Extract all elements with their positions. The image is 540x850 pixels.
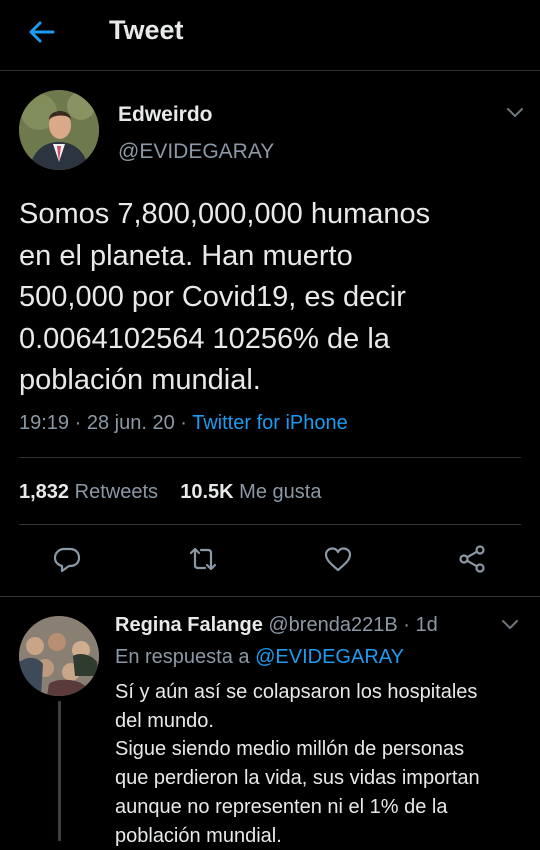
reply-icon bbox=[53, 547, 81, 573]
chevron-down-icon[interactable] bbox=[505, 106, 525, 120]
retweet-icon bbox=[189, 547, 217, 571]
chevron-down-icon[interactable] bbox=[500, 618, 520, 632]
reply-button[interactable] bbox=[51, 543, 83, 575]
meta-separator: · bbox=[74, 412, 87, 434]
meta-separator: · bbox=[180, 412, 193, 434]
reply-tweet[interactable]: Regina Falange @brenda221B · 1d En respu… bbox=[0, 598, 540, 847]
tweet-stats: 1,832 Retweets 10.5K Me gusta bbox=[19, 481, 321, 504]
tweet-date: 28 jun. 20 bbox=[86, 412, 175, 434]
retweets-label: Retweets bbox=[74, 481, 158, 503]
in-reply-to-label: En respuesta a bbox=[115, 646, 250, 668]
retweets-stat[interactable]: 1,832 Retweets bbox=[19, 481, 158, 503]
tweet-text: Somos 7,800,000,000 humanos en el planet… bbox=[19, 198, 431, 396]
tweet-time: 19:19 bbox=[19, 412, 70, 434]
page-title: Tweet bbox=[109, 15, 184, 45]
likes-label: Me gusta bbox=[239, 481, 322, 503]
reply-author-name[interactable]: Regina Falange bbox=[115, 614, 263, 636]
author-avatar[interactable] bbox=[19, 90, 99, 170]
likes-stat[interactable]: 10.5K Me gusta bbox=[180, 481, 321, 503]
tweet-meta: 19:19 · 28 jun. 20 · Twitter for iPhone bbox=[19, 412, 348, 435]
like-button[interactable] bbox=[322, 543, 354, 575]
reply-age: 1d bbox=[415, 614, 438, 636]
retweets-count: 1,832 bbox=[19, 481, 70, 503]
divider bbox=[19, 457, 521, 458]
retweet-button[interactable] bbox=[187, 543, 219, 575]
share-icon bbox=[459, 545, 485, 573]
tweet-source-link[interactable]: Twitter for iPhone bbox=[192, 412, 348, 434]
reply-author-handle[interactable]: @brenda221B bbox=[268, 614, 397, 636]
in-reply-to: En respuesta a @EVIDEGARAY bbox=[115, 646, 404, 669]
reply-text: Sí y aún así se colapsaron los hospitale… bbox=[115, 681, 480, 847]
thread-line bbox=[58, 701, 61, 841]
main-tweet: Edweirdo @EVIDEGARAY Somos 7,800,000,000… bbox=[0, 72, 540, 597]
author-handle[interactable]: @EVIDEGARAY bbox=[118, 140, 274, 164]
author-name[interactable]: Edweirdo bbox=[118, 103, 213, 127]
like-icon bbox=[324, 547, 352, 572]
back-arrow-icon bbox=[29, 21, 55, 43]
share-button[interactable] bbox=[456, 543, 488, 575]
top-bar: Tweet bbox=[0, 0, 540, 71]
reply-header: Regina Falange @brenda221B · 1d bbox=[115, 614, 438, 637]
back-button[interactable] bbox=[26, 16, 58, 48]
avatar-photo bbox=[19, 616, 99, 696]
likes-count: 10.5K bbox=[180, 481, 234, 503]
divider bbox=[19, 524, 521, 525]
meta-separator: · bbox=[403, 614, 416, 636]
reply-avatar[interactable] bbox=[19, 616, 99, 696]
in-reply-to-mention[interactable]: @EVIDEGARAY bbox=[255, 646, 404, 668]
avatar-photo bbox=[19, 90, 99, 170]
